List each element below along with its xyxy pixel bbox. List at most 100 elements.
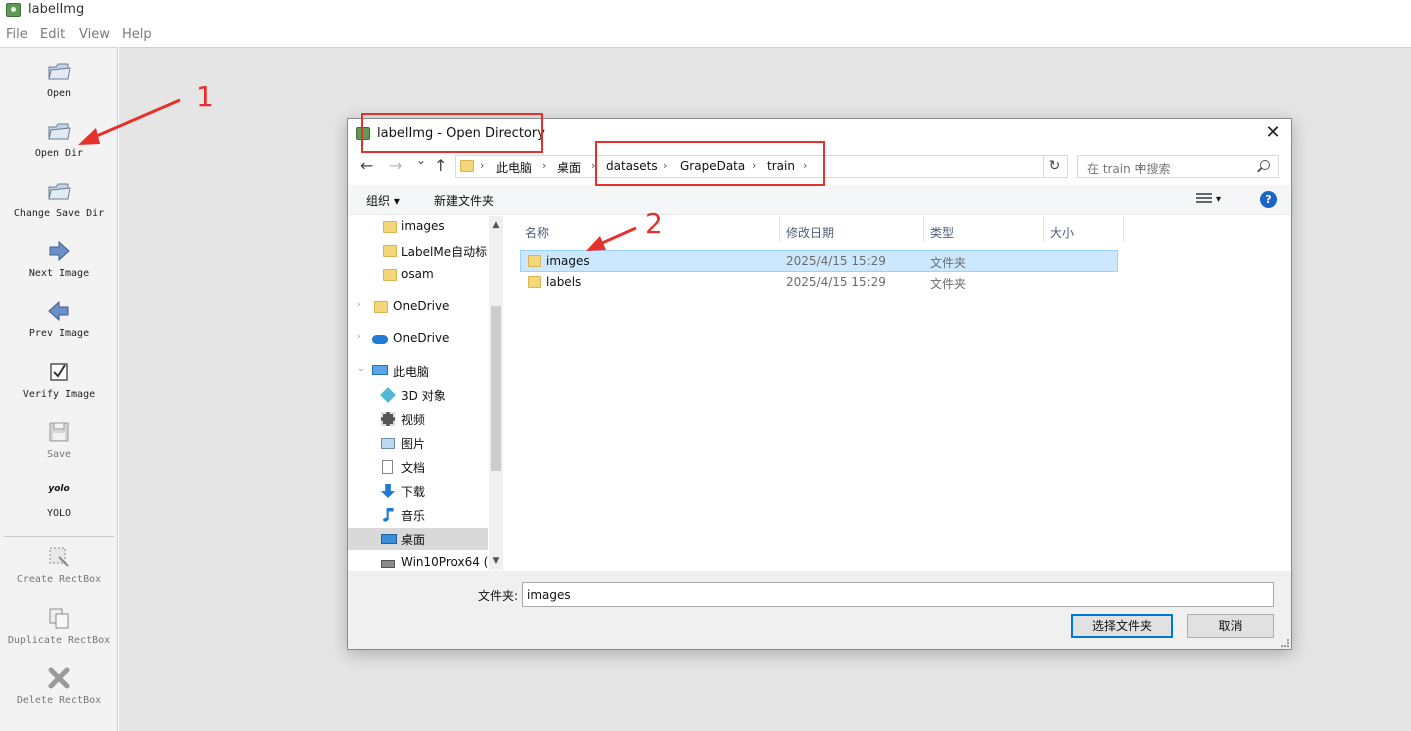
nav-item-desktop[interactable]: 桌面 [348, 528, 488, 550]
menu-view[interactable]: View [79, 27, 110, 42]
open-folder-icon [48, 123, 71, 140]
change-save-dir-button[interactable]: Change Save Dir [0, 178, 118, 219]
nav-item-label: osam [401, 267, 434, 281]
back-arrow-icon[interactable]: ← [360, 156, 373, 175]
resize-grip-icon[interactable] [1281, 639, 1289, 647]
nav-item-label: OneDrive [393, 331, 450, 345]
open-button[interactable]: Open [0, 58, 118, 99]
view-dropdown-icon[interactable]: ▾ [1216, 194, 1221, 205]
menu-file[interactable]: File [6, 27, 28, 42]
nav-item-3d-objects[interactable]: 3D 对象 [348, 384, 488, 406]
file-name: images [546, 254, 590, 268]
close-icon[interactable]: ✕ [1261, 122, 1285, 144]
save-button[interactable]: Save [0, 419, 118, 460]
breadcrumb-this-pc[interactable]: 此电脑 [496, 159, 532, 176]
up-arrow-icon[interactable]: ↑ [434, 156, 447, 175]
folder-icon [374, 301, 388, 313]
search-placeholder: 在 train 中搜索 [1087, 162, 1171, 176]
menu-help[interactable]: Help [122, 27, 152, 42]
computer-icon [372, 365, 388, 375]
nav-item-videos[interactable]: 视频 [348, 408, 488, 430]
video-icon [381, 412, 395, 426]
folder-icon [528, 255, 541, 267]
annotation-box-title [361, 113, 543, 153]
help-icon[interactable]: ? [1260, 191, 1277, 208]
verify-image-button[interactable]: Verify Image [0, 359, 118, 400]
nav-pane-scrollbar[interactable]: ▲ ▼ [489, 216, 503, 570]
folder-icon [383, 269, 397, 281]
desktop-icon [381, 534, 397, 544]
cloud-icon [372, 335, 388, 344]
new-folder-button[interactable]: 新建文件夹 [434, 192, 494, 209]
nav-item-label: OneDrive [393, 299, 450, 313]
annotation-number-1: 1 [196, 80, 214, 113]
file-type: 文件夹 [930, 277, 967, 291]
nav-item-label: 图片 [401, 437, 426, 451]
organize-button[interactable]: 组织 ▾ [366, 192, 400, 209]
document-icon [382, 460, 393, 474]
expand-chevron-icon[interactable]: › [357, 332, 361, 342]
column-divider[interactable] [1123, 216, 1124, 242]
nav-item-drive[interactable]: Win10Prox64 ( [348, 552, 488, 570]
nav-item-onedrive-cloud[interactable]: › OneDrive [348, 328, 488, 350]
column-header-size[interactable]: 大小 [1050, 224, 1074, 241]
search-icon [1260, 160, 1270, 170]
nav-item-music[interactable]: 音乐 [348, 504, 488, 526]
nav-item-documents[interactable]: 文档 [348, 456, 488, 478]
column-header-date[interactable]: 修改日期 [786, 224, 834, 241]
forward-arrow-icon[interactable]: → [389, 156, 402, 175]
rect-draw-icon [49, 547, 69, 567]
nav-item[interactable]: LabelMe自动标 [348, 240, 488, 262]
arrow-left-icon [48, 300, 69, 322]
nav-item-this-pc[interactable]: ⌄ 此电脑 [348, 360, 488, 382]
scrollbar-thumb[interactable] [491, 306, 501, 471]
nav-item-pictures[interactable]: 图片 [348, 432, 488, 454]
open-dir-button[interactable]: Open Dir [0, 118, 118, 159]
view-options-icon[interactable] [1196, 193, 1212, 205]
cancel-button[interactable]: 取消 [1187, 614, 1274, 638]
file-row[interactable]: labels 2025/4/15 15:29 文件夹 [521, 272, 1119, 294]
nav-item-downloads[interactable]: 下载 [348, 480, 488, 502]
search-input[interactable]: 在 train 中搜索 [1077, 155, 1279, 178]
folder-icon [528, 276, 541, 288]
delete-x-icon [48, 667, 70, 689]
next-image-button[interactable]: Next Image [0, 238, 118, 279]
nav-item-label: 下载 [401, 485, 426, 499]
nav-item-label: images [401, 219, 445, 233]
yolo-badge-icon: yolo [48, 484, 70, 494]
nav-item[interactable]: images [348, 216, 488, 238]
refresh-icon[interactable]: ↻ [1043, 155, 1065, 178]
file-type: 文件夹 [930, 256, 967, 270]
nav-item-label: 文档 [401, 461, 426, 475]
folder-icon [460, 160, 474, 172]
open-folder-icon [48, 63, 71, 80]
nav-item-onedrive[interactable]: › OneDrive [348, 296, 488, 318]
delete-rectbox-button[interactable]: Delete RectBox [0, 665, 118, 706]
download-icon [381, 484, 395, 498]
app-titlebar: labelImg [0, 0, 1411, 22]
breadcrumb-desktop[interactable]: 桌面 [557, 159, 581, 176]
create-rectbox-button[interactable]: Create RectBox [0, 544, 118, 585]
nav-item-label: 音乐 [401, 509, 426, 523]
recent-locations-icon[interactable]: ⌄ [416, 153, 426, 167]
collapse-chevron-icon[interactable]: ⌄ [357, 364, 365, 374]
nav-item[interactable]: osam [348, 264, 488, 286]
select-folder-button[interactable]: 选择文件夹 [1071, 614, 1173, 638]
column-divider[interactable] [923, 216, 924, 242]
scroll-down-icon[interactable]: ▼ [489, 556, 503, 566]
arrow-right-icon [49, 240, 70, 262]
prev-image-button[interactable]: Prev Image [0, 298, 118, 339]
folder-name-input[interactable] [522, 582, 1274, 607]
left-toolbar: Open Open Dir Change Save Dir Next Image… [0, 47, 118, 731]
expand-chevron-icon[interactable]: › [357, 300, 361, 310]
column-header-type[interactable]: 类型 [930, 224, 954, 241]
file-row[interactable]: images 2025/4/15 15:29 文件夹 [520, 250, 1118, 272]
column-divider[interactable] [1043, 216, 1044, 242]
duplicate-rectbox-button[interactable]: Duplicate RectBox [0, 605, 118, 646]
folder-icon [383, 221, 397, 233]
scroll-up-icon[interactable]: ▲ [489, 220, 503, 230]
yolo-format-button[interactable]: yolo YOLO [0, 484, 118, 519]
menu-edit[interactable]: Edit [40, 27, 65, 42]
column-header-name[interactable]: 名称 [525, 224, 549, 241]
column-divider[interactable] [779, 216, 780, 242]
